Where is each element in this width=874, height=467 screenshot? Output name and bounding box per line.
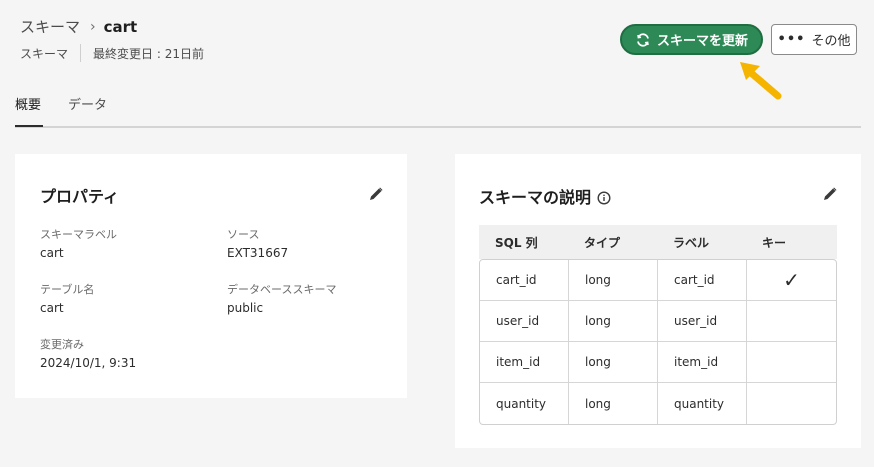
page-meta: スキーマ 最終変更日 : 21日前 <box>20 44 204 62</box>
table-row: item_id long item_id <box>480 342 836 383</box>
meta-type: スキーマ <box>20 46 69 61</box>
table-name-label: テーブル名 <box>40 283 95 296</box>
properties-card: プロパティ スキーマラベル cart ソース EXT31667 テーブル名 ca… <box>15 154 407 398</box>
breadcrumb-current: cart <box>103 17 138 36</box>
properties-title: プロパティ <box>40 187 120 206</box>
column-header-key: キー <box>762 235 787 250</box>
cell-label: cart_id <box>658 260 747 300</box>
tab-overview[interactable]: 概要 <box>15 94 41 113</box>
info-icon[interactable] <box>597 191 611 205</box>
cell-type: long <box>569 342 658 382</box>
schema-label-value: cart <box>40 246 64 260</box>
more-button[interactable]: ••• その他 <box>771 24 857 55</box>
schema-table-body: cart_id long cart_id ✓ user_id long user… <box>479 259 837 425</box>
schema-description-title: スキーマの説明 <box>479 184 611 208</box>
breadcrumb-parent[interactable]: スキーマ <box>20 16 80 37</box>
table-row: quantity long quantity <box>480 383 836 424</box>
column-header-type: タイプ <box>584 235 621 250</box>
source-value: EXT31667 <box>227 246 289 260</box>
meta-modified: 最終変更日 : 21日前 <box>93 46 204 61</box>
more-label: その他 <box>811 34 851 49</box>
tab-data[interactable]: データ <box>68 94 107 113</box>
breadcrumb-separator: › <box>90 18 96 35</box>
table-row: user_id long user_id <box>480 301 836 342</box>
column-header-sql: SQL 列 <box>495 235 538 250</box>
more-icon: ••• <box>777 32 806 47</box>
tab-bar: 概要 データ <box>15 90 861 128</box>
cell-type: long <box>569 301 658 341</box>
cell-type: long <box>569 383 658 424</box>
source-label: ソース <box>227 228 260 241</box>
schema-label-label: スキーマラベル <box>40 228 117 241</box>
breadcrumb: スキーマ › cart <box>20 16 137 37</box>
refresh-schema-label: スキーマを更新 <box>656 34 748 49</box>
schema-description-title-text: スキーマの説明 <box>479 188 592 207</box>
table-name-value: cart <box>40 301 64 315</box>
modified-label: 変更済み <box>40 338 84 351</box>
tab-active-indicator <box>15 125 43 127</box>
cell-sql: quantity <box>480 383 569 424</box>
cell-key <box>747 342 836 382</box>
cell-label: user_id <box>658 301 747 341</box>
schema-description-card: スキーマの説明 SQL 列 タイプ ラベル キー cart_id long ca… <box>455 154 861 448</box>
refresh-schema-button[interactable]: スキーマを更新 <box>620 24 763 55</box>
cell-key <box>747 383 836 424</box>
db-schema-value: public <box>227 301 264 315</box>
edit-properties-icon[interactable] <box>368 186 384 202</box>
cell-sql: user_id <box>480 301 569 341</box>
cell-label: quantity <box>658 383 747 424</box>
column-header-label: ラベル <box>673 235 710 250</box>
cell-sql: item_id <box>480 342 569 382</box>
cell-key <box>747 301 836 341</box>
key-checkmark-icon: ✓ <box>783 268 800 292</box>
meta-divider <box>80 44 82 62</box>
modified-value: 2024/10/1, 9:31 <box>40 356 137 370</box>
refresh-icon <box>637 32 649 47</box>
schema-table: SQL 列 タイプ ラベル キー cart_id long cart_id ✓ … <box>479 225 837 425</box>
cell-sql: cart_id <box>480 260 569 300</box>
db-schema-label: データベーススキーマ <box>227 283 337 296</box>
cell-type: long <box>569 260 658 300</box>
table-row: cart_id long cart_id ✓ <box>480 260 836 301</box>
cell-label: item_id <box>658 342 747 382</box>
schema-table-header: SQL 列 タイプ ラベル キー <box>479 225 837 259</box>
edit-schema-description-icon[interactable] <box>822 186 838 202</box>
